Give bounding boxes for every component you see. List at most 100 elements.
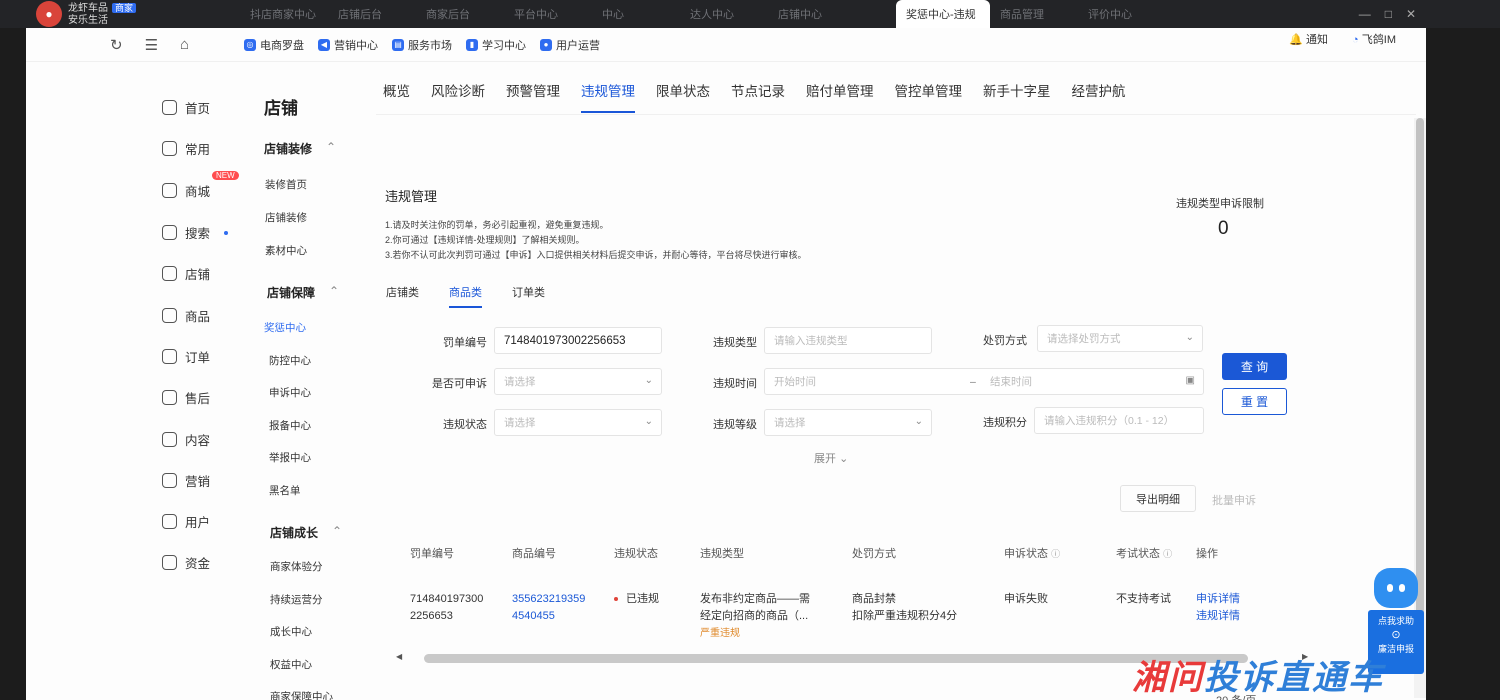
scroll-left-icon[interactable]: ◀ bbox=[396, 652, 402, 661]
tab-control-orders[interactable]: 管控单管理 bbox=[895, 80, 963, 113]
tab-node-records[interactable]: 节点记录 bbox=[731, 80, 785, 113]
browser-tab[interactable]: 平台中心 bbox=[504, 0, 592, 28]
close-icon[interactable]: ✕ bbox=[1406, 7, 1416, 21]
browser-tab[interactable]: 店铺中心 bbox=[768, 0, 856, 28]
subnav-group-label: 店铺装修 bbox=[264, 142, 313, 156]
subnav-item[interactable]: 店铺装修 bbox=[265, 210, 307, 225]
menu-collapse-icon[interactable]: ☰ bbox=[145, 36, 158, 54]
notify-button[interactable]: 🔔 通知 bbox=[1289, 31, 1328, 47]
subnav-item[interactable]: 防控中心 bbox=[269, 353, 311, 368]
appeal-select[interactable]: 请选择 ⌄ bbox=[494, 368, 662, 395]
toolbar-service-market[interactable]: ▤ 服务市场 bbox=[392, 37, 452, 53]
sidebar-item-store[interactable]: 店铺 bbox=[162, 264, 210, 283]
sidebar-item-funds[interactable]: 资金 bbox=[162, 553, 210, 572]
app-brand[interactable]: ● 龙虾车品 商家 安乐生活 bbox=[0, 1, 200, 27]
sidebar-item-content[interactable]: 内容 bbox=[162, 430, 210, 449]
browser-tab[interactable]: 商品管理 bbox=[990, 0, 1078, 28]
browser-tab[interactable]: 店铺后台 bbox=[328, 0, 416, 28]
tab-risk-diagnosis[interactable]: 风险诊断 bbox=[431, 80, 485, 113]
chat-icon: ◔ bbox=[1352, 34, 1359, 46]
im-button[interactable]: ◔ 飞鸽IM bbox=[1352, 31, 1396, 47]
subnav-item[interactable]: 商家体验分 bbox=[270, 559, 323, 574]
primary-sidebar: 首页 常用 商城 NEW 搜索 店铺 商品 订单 售后 内容 营销 用户 资金 bbox=[26, 62, 248, 700]
tab-product-category[interactable]: 商品类 bbox=[449, 284, 482, 308]
tab-warning[interactable]: 预警管理 bbox=[506, 80, 560, 113]
subnav-group-growth[interactable]: 店铺成长 ⌃ bbox=[270, 524, 342, 541]
sidebar-item-mall[interactable]: 商城 NEW bbox=[162, 171, 239, 200]
tab-newbie-star[interactable]: 新手十字星 bbox=[983, 80, 1051, 113]
sidebar-item-home[interactable]: 首页 bbox=[162, 98, 210, 117]
tab-store-category[interactable]: 店铺类 bbox=[386, 284, 419, 308]
toolbar-learning[interactable]: ▮ 学习中心 bbox=[466, 37, 526, 53]
vtype-input[interactable]: 请输入违规类型 bbox=[764, 327, 932, 354]
batch-appeal-button[interactable]: 批量申诉 bbox=[1212, 492, 1256, 508]
subnav-item[interactable]: 黑名单 bbox=[269, 483, 301, 498]
sidebar-item-after-sales[interactable]: 售后 bbox=[162, 388, 210, 407]
product-link[interactable]: 355623219359 4540455 bbox=[512, 591, 585, 625]
sidebar-item-products[interactable]: 商品 bbox=[162, 306, 210, 325]
tab-order-category[interactable]: 订单类 bbox=[512, 284, 545, 308]
sidebar-item-search[interactable]: 搜索 bbox=[162, 223, 229, 242]
horizontal-scrollbar[interactable] bbox=[424, 654, 1248, 663]
sidebar-item-orders[interactable]: 订单 bbox=[162, 347, 210, 366]
subnav-item[interactable]: 权益中心 bbox=[270, 657, 312, 672]
browser-tab[interactable]: 达人中心 bbox=[680, 0, 768, 28]
info-icon[interactable]: ⓘ bbox=[1163, 549, 1172, 559]
browser-tab[interactable] bbox=[200, 0, 240, 28]
info-icon[interactable]: ⓘ bbox=[1051, 549, 1060, 559]
browser-tab[interactable]: 评价中心 bbox=[1078, 0, 1166, 28]
sidebar-item-frequent[interactable]: 常用 bbox=[162, 139, 210, 158]
time-range-picker[interactable]: 开始时间 – 结束时间 ▣ bbox=[764, 368, 1204, 395]
expand-toggle[interactable]: 展开 ⌄ bbox=[814, 450, 848, 466]
level-label: 违规等级 bbox=[713, 419, 757, 431]
subnav-group-guarantee[interactable]: 店铺保障 ⌃ bbox=[267, 284, 339, 301]
penalty-select[interactable]: 请选择处罚方式 ⌄ bbox=[1037, 325, 1203, 352]
subnav-item[interactable]: 举报中心 bbox=[269, 450, 311, 465]
sidebar-item-marketing[interactable]: 营销 bbox=[162, 471, 210, 490]
browser-tab[interactable]: 中心 bbox=[592, 0, 680, 28]
sidebar-item-label: 商城 bbox=[185, 185, 211, 199]
reset-button[interactable]: 重 置 bbox=[1222, 388, 1287, 415]
help-label[interactable]: 点我求助 bbox=[1368, 614, 1424, 628]
refresh-icon[interactable]: ↻ bbox=[110, 36, 123, 54]
tab-violation-management[interactable]: 违规管理 bbox=[581, 80, 635, 113]
tab-compensation[interactable]: 赔付单管理 bbox=[806, 80, 874, 113]
toolbar-marketing[interactable]: ◀ 营销中心 bbox=[318, 37, 378, 53]
tab-overview[interactable]: 概览 bbox=[383, 80, 410, 113]
sidebar-item-users[interactable]: 用户 bbox=[162, 512, 210, 531]
browser-tab[interactable]: 抖店商家中心 bbox=[240, 0, 328, 28]
scrollbar-thumb[interactable] bbox=[1416, 118, 1424, 638]
select-placeholder: 请选择 bbox=[504, 417, 536, 429]
appeal-detail-link[interactable]: 申诉详情 bbox=[1196, 591, 1240, 608]
subnav-item[interactable]: 申诉中心 bbox=[269, 385, 311, 400]
tab-business-escort[interactable]: 经营护航 bbox=[1072, 80, 1126, 113]
browser-tab[interactable]: 商家后台 bbox=[416, 0, 504, 28]
export-button[interactable]: 导出明细 bbox=[1120, 485, 1196, 512]
violation-detail-link[interactable]: 违规详情 bbox=[1196, 608, 1240, 625]
ticket-input[interactable]: 7148401973002256653 bbox=[494, 327, 662, 354]
score-input[interactable]: 请输入违规积分（0.1 - 12） bbox=[1034, 407, 1204, 434]
toolbar-user-ops[interactable]: ● 用户运营 bbox=[540, 37, 600, 53]
query-button[interactable]: 查 询 bbox=[1222, 353, 1287, 380]
appeal-limit-title: 违规类型申诉限制 bbox=[1176, 198, 1264, 210]
level-select[interactable]: 请选择 ⌄ bbox=[764, 409, 932, 436]
end-time-placeholder: 结束时间 bbox=[990, 376, 1032, 388]
browser-tab[interactable] bbox=[856, 0, 896, 28]
status-select[interactable]: 请选择 ⌄ bbox=[494, 409, 662, 436]
minimize-icon[interactable]: — bbox=[1359, 7, 1371, 21]
subnav-item-active[interactable]: 奖惩中心 bbox=[264, 320, 306, 335]
subnav-item[interactable]: 装修首页 bbox=[265, 177, 307, 192]
notice-line: 2.你可通过【违规详情-处理规则】了解相关规则。 bbox=[385, 235, 585, 245]
subnav-item[interactable]: 持续运营分 bbox=[270, 592, 323, 607]
subnav-item[interactable]: 成长中心 bbox=[270, 624, 312, 639]
home-icon[interactable]: ⌂ bbox=[180, 36, 189, 54]
watermark-logo: 湘问投诉直通车 bbox=[1132, 650, 1384, 699]
tab-order-limit[interactable]: 限单状态 bbox=[656, 80, 710, 113]
subnav-group-decoration[interactable]: 店铺装修 ⌃ bbox=[264, 140, 336, 157]
browser-tab-active[interactable]: 奖惩中心-违规 bbox=[896, 0, 990, 28]
subnav-item[interactable]: 素材中心 bbox=[265, 243, 307, 258]
maximize-icon[interactable]: □ bbox=[1385, 7, 1392, 21]
subnav-item[interactable]: 报备中心 bbox=[269, 418, 311, 433]
toolbar-compass[interactable]: ◎ 电商罗盘 bbox=[244, 37, 304, 53]
subnav-item[interactable]: 商家保障中心 bbox=[270, 689, 333, 700]
